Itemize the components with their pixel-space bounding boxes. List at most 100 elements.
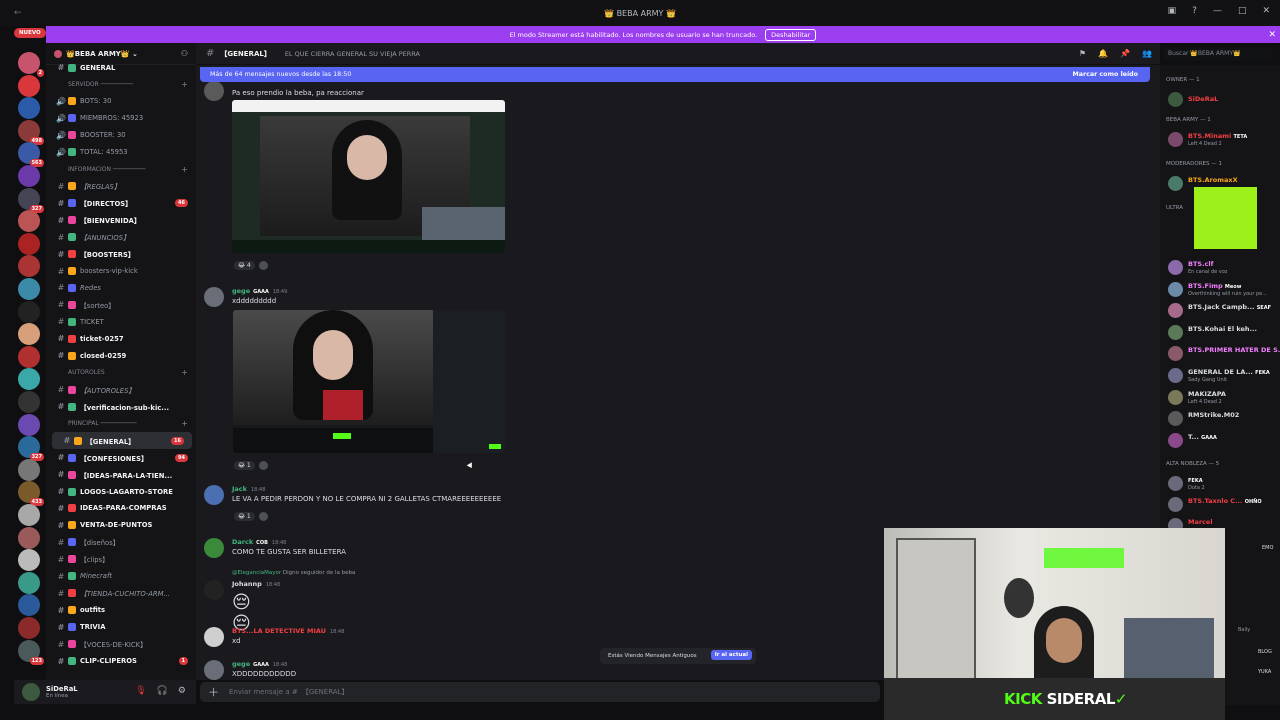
channel-item[interactable]: # 【GENERAL】 16	[52, 432, 192, 450]
channel-item[interactable]: # IDEAS-PARA-COMPRAS	[46, 500, 196, 517]
add-channel-icon[interactable]: +	[181, 419, 188, 428]
member-item[interactable]: FEKA Dota 2	[1166, 473, 1280, 493]
channel-item[interactable]: # 【ANUNCIOS】	[46, 229, 196, 246]
pin-icon[interactable]: 📌	[1120, 49, 1130, 58]
reaction[interactable]: 😂 4	[234, 261, 255, 270]
message-composer[interactable]: ＋ Enviar mensaje a # 【GENERAL】	[200, 682, 880, 702]
member-item[interactable]: BTS.Fimp Meow Overthinking will ruin your…	[1166, 279, 1280, 299]
server-icon[interactable]	[18, 232, 40, 255]
disable-streamer-button[interactable]: Deshabilitar	[765, 28, 817, 41]
channel-item[interactable]: # 【AUTOROLES】	[46, 381, 196, 398]
channel-item[interactable]: # 【verificacion-sub-kic...	[46, 398, 196, 415]
server-icon[interactable]	[18, 458, 40, 481]
members-icon[interactable]: 👥	[1142, 49, 1152, 58]
channel-item[interactable]: # outfits	[46, 602, 196, 619]
channel-item[interactable]: # TICKET	[46, 313, 196, 330]
channel-item[interactable]: # 【sorteo】	[46, 296, 196, 313]
jump-to-present-button[interactable]: Ir al actual	[710, 650, 752, 660]
channel-item[interactable]: # TRIVIA	[46, 619, 196, 636]
server-icon[interactable]	[18, 617, 40, 639]
channel-item[interactable]: # 【BIENVENIDA】	[46, 212, 196, 229]
channel-item[interactable]: # 【IDEAS-PARA-LA-TIEN...	[46, 466, 196, 483]
member-item[interactable]: BTS.Kohai El keh...	[1166, 322, 1280, 342]
server-icon[interactable]	[18, 97, 40, 120]
stream-screenshot-image[interactable]	[232, 100, 505, 253]
channel-item[interactable]: # GENERAL	[46, 59, 196, 76]
add-reaction-icon[interactable]	[258, 261, 268, 270]
channel-item[interactable]: # 【VOCES-DE-KICK】	[46, 636, 196, 653]
channel-item[interactable]: # 【BOOSTERS】	[46, 246, 196, 263]
channel-category[interactable]: SERVIDOR ───────── +	[46, 76, 196, 93]
channel-item[interactable]: # LOGOS-LAGARTO-STORE	[46, 483, 196, 500]
add-reaction-icon[interactable]	[258, 512, 268, 521]
invite-icon[interactable]: ⚇	[181, 49, 188, 58]
server-icon[interactable]: 327	[18, 436, 44, 462]
channel-item[interactable]: # 【clips】	[46, 551, 196, 568]
server-icon[interactable]: 2	[18, 52, 44, 77]
reaction[interactable]: 😂 1	[234, 512, 255, 521]
deafen-icon[interactable]: 🎧	[157, 686, 168, 696]
channel-item[interactable]: # 【diseños】	[46, 534, 196, 551]
stream-screenshot-image[interactable]	[233, 310, 505, 453]
member-item[interactable]: MAKIZAPA Left 4 Dead 2	[1166, 387, 1280, 407]
minimize-button[interactable]: —	[1213, 6, 1222, 16]
channel-item[interactable]: # 【REGLAS】	[46, 178, 196, 195]
member-item[interactable]: BTS.PRIMER HATER DE S...	[1166, 343, 1280, 363]
member-item[interactable]: T... GAAA	[1166, 430, 1280, 450]
add-channel-icon[interactable]: +	[181, 165, 188, 174]
member-item[interactable]: RMStrike.M02	[1166, 408, 1280, 428]
help-icon[interactable]: ?	[1192, 6, 1197, 16]
server-icon[interactable]	[18, 526, 40, 549]
channel-item[interactable]: # 【TIENDA-CUCHITO-ARM...	[46, 585, 196, 602]
channel-item[interactable]: 🔊 MIEMBROS: 45923	[46, 110, 196, 127]
channel-item[interactable]: # VENTA-DE-PUNTOS	[46, 517, 196, 534]
server-icon[interactable]	[18, 549, 40, 572]
channel-item[interactable]: # Minecraft	[46, 568, 196, 585]
reply-preview[interactable]: @EleganciaMayor Digno seguidor de la beb…	[232, 570, 355, 576]
server-icon[interactable]	[18, 278, 40, 300]
server-icon[interactable]: 123	[18, 639, 44, 665]
server-icon[interactable]: 498	[18, 119, 44, 145]
member-item[interactable]: BTS.Jack Campb... SEAF	[1166, 300, 1280, 320]
reaction[interactable]: 😂 1	[234, 461, 255, 470]
member-item[interactable]: BTS.clf En canal de voz	[1166, 257, 1280, 277]
server-icon[interactable]	[18, 594, 40, 617]
member-item[interactable]: SiDeRaL	[1166, 89, 1280, 109]
channel-item[interactable]: 🔊 TOTAL: 45953	[46, 144, 196, 161]
close-banner-icon[interactable]: ✕	[1268, 30, 1276, 40]
mute-icon[interactable]: 🎙	[135, 686, 146, 696]
channel-item[interactable]: # ticket-0257	[46, 330, 196, 347]
server-icon[interactable]	[18, 368, 40, 391]
server-icon[interactable]: 563	[18, 142, 44, 168]
maximize-button[interactable]: □	[1238, 6, 1247, 16]
server-icon[interactable]	[18, 210, 40, 233]
add-channel-icon[interactable]: +	[181, 368, 188, 377]
channel-topic[interactable]: EL QUE CIERRA GENERAL SU VIEJA PERRA	[285, 50, 420, 58]
server-icon[interactable]	[18, 504, 40, 526]
new-messages-bar[interactable]: Más de 64 mensajes nuevos desde las 18:5…	[200, 67, 1150, 82]
channel-item[interactable]: 🔊 BOOSTER: 30	[46, 127, 196, 144]
server-icon[interactable]: 433	[18, 481, 44, 507]
channel-category[interactable]: PRINCIPAL ────────── +	[46, 415, 196, 432]
channel-item[interactable]: # CLIP-CLIPEROS 1	[46, 653, 196, 670]
member-item[interactable]: GENERAL DE LA... FEKA Sady Gang Unit	[1166, 365, 1280, 385]
server-icon[interactable]	[18, 391, 40, 413]
settings-gear-icon[interactable]: ⚙	[178, 686, 186, 696]
close-button[interactable]: ✕	[1262, 6, 1270, 16]
avatar[interactable]	[22, 683, 40, 701]
server-icon[interactable]	[18, 413, 40, 436]
channel-item[interactable]: # 【DIRECTOS】 46	[46, 195, 196, 212]
server-icon[interactable]	[18, 255, 40, 278]
mark-as-read-button[interactable]: Marcar como leído	[1073, 71, 1138, 78]
server-icon[interactable]: 327	[18, 187, 44, 213]
server-icon[interactable]	[18, 74, 40, 97]
channel-item[interactable]: # 【CONFESIONES】 94	[46, 449, 196, 466]
member-item[interactable]: BTS.Taxnlo C... OHÑO	[1166, 494, 1280, 514]
channel-item[interactable]: # closed-0259	[46, 347, 196, 364]
back-arrow-icon[interactable]: ←	[14, 8, 22, 18]
inbox-icon[interactable]: ▣	[1168, 6, 1177, 16]
threads-icon[interactable]: ⚑	[1079, 49, 1086, 58]
channel-item[interactable]: 🔊 BOTS: 30	[46, 93, 196, 110]
add-channel-icon[interactable]: +	[181, 80, 188, 89]
search-input[interactable]: Buscar 👑BEBA ARMY👑	[1164, 47, 1272, 61]
